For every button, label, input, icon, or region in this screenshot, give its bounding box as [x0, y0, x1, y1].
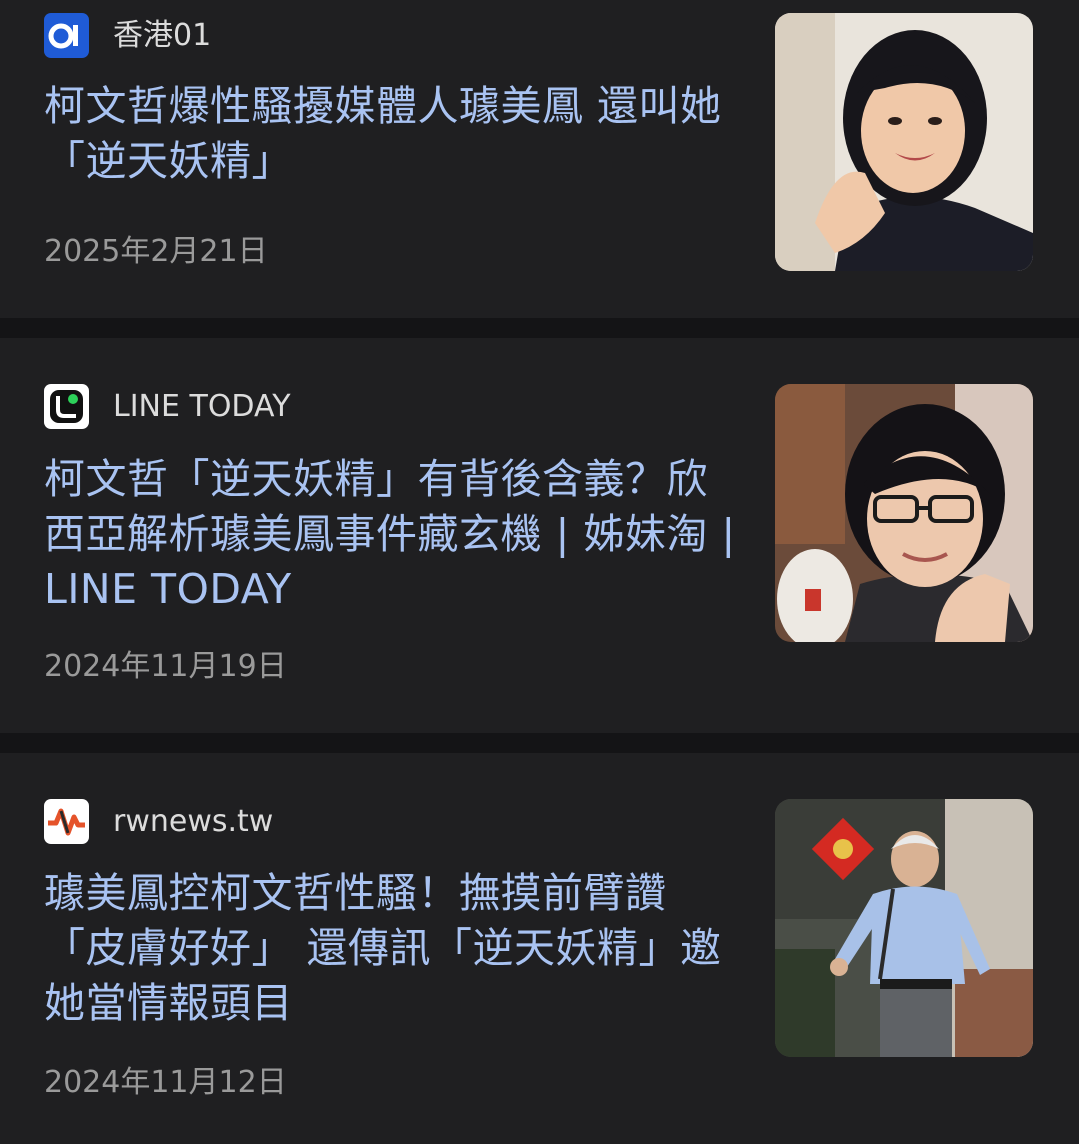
article-date: 2024年11月12日: [44, 1065, 287, 1100]
news-card[interactable]: LINE TODAY 柯文哲「逆天妖精」有背後含義？欣西亞解析璩美鳳事件藏玄機 …: [0, 338, 1079, 733]
source-name: 香港01: [113, 18, 212, 53]
woman-portrait-thumbnail[interactable]: [775, 13, 1033, 271]
article-headline[interactable]: 柯文哲「逆天妖精」有背後含義？欣西亞解析璩美鳳事件藏玄機 | 姊妹淘 | LIN…: [44, 452, 744, 617]
news-card[interactable]: 香港01 柯文哲爆性騷擾媒體人璩美鳳 還叫她「逆天妖精」 2025年2月21日: [0, 0, 1079, 318]
source-name: rwnews.tw: [113, 804, 274, 839]
source-row: 香港01: [44, 13, 211, 58]
man-walking-photo-thumbnail[interactable]: [775, 799, 1033, 1057]
woman-glasses-portrait-thumbnail[interactable]: [775, 384, 1033, 642]
rwnews-logo-icon: [44, 799, 89, 844]
article-date: 2024年11月19日: [44, 649, 287, 684]
article-date: 2025年2月21日: [44, 234, 268, 269]
source-row: rwnews.tw: [44, 799, 273, 844]
article-headline[interactable]: 柯文哲爆性騷擾媒體人璩美鳳 還叫她「逆天妖精」: [44, 79, 744, 189]
article-headline[interactable]: 璩美鳳控柯文哲性騷！撫摸前臂讚「皮膚好好」 還傳訊「逆天妖精」邀她當情報頭目: [44, 866, 744, 1031]
hk01-logo-icon: [44, 13, 89, 58]
source-row: LINE TODAY: [44, 384, 291, 429]
news-card[interactable]: rwnews.tw 璩美鳳控柯文哲性騷！撫摸前臂讚「皮膚好好」 還傳訊「逆天妖精…: [0, 753, 1079, 1144]
source-name: LINE TODAY: [113, 389, 291, 424]
line-today-logo-icon: [44, 384, 89, 429]
